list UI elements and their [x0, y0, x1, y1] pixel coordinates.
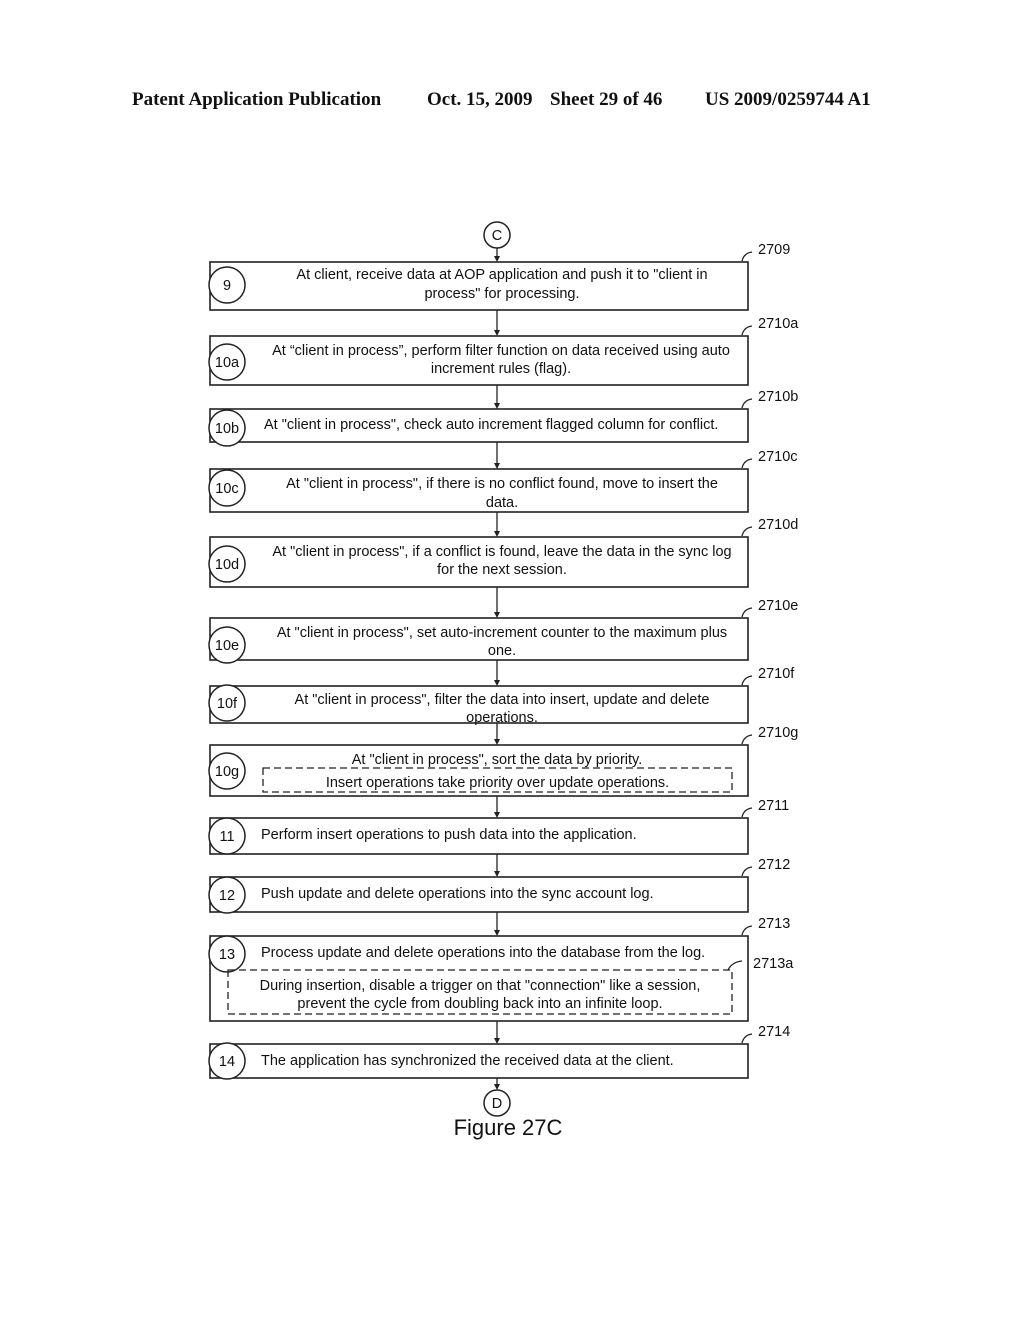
- arrowhead-icon: [494, 930, 500, 936]
- step-10g: 10g At "client in process", sort the data…: [208, 725, 798, 797]
- reference-leader: [741, 325, 753, 336]
- step-10b: 10b At "client in process", check auto in…: [208, 389, 798, 447]
- connector-label: C: [492, 228, 502, 244]
- step-number: 10d: [215, 557, 239, 573]
- arrowhead-icon: [494, 1038, 500, 1044]
- arrowhead-icon: [494, 531, 500, 537]
- step-text: Push update and delete operations into t…: [261, 886, 654, 902]
- step-11: 11 Perform insert operations to push data…: [208, 798, 789, 855]
- step-text: one.: [488, 643, 516, 659]
- step-number: 10c: [215, 481, 238, 497]
- reference-leader: [741, 675, 753, 686]
- step-text: At "client in process", if there is no c…: [286, 476, 718, 492]
- reference-numeral: 2710e: [758, 598, 798, 614]
- reference-leader: [741, 398, 753, 409]
- arrowhead-icon: [494, 812, 500, 818]
- arrowhead-icon: [494, 330, 500, 336]
- reference-numeral: 2712: [758, 857, 790, 873]
- reference-leader: [741, 807, 753, 818]
- reference-numeral: 2710g: [758, 725, 798, 741]
- arrowhead-icon: [494, 463, 500, 469]
- arrowhead-icon: [494, 403, 500, 409]
- step-10d: 10d At "client in process", if a conflict…: [208, 517, 798, 588]
- connector-end: D: [483, 1089, 511, 1117]
- reference-leader: [741, 925, 753, 936]
- arrowhead-icon: [494, 256, 500, 262]
- step-number: 14: [219, 1054, 235, 1070]
- step-text: At "client in process", if a conflict is…: [272, 544, 731, 560]
- step-text: At "client in process", set auto-increme…: [277, 625, 727, 641]
- step-9: 9 At client, receive data at AOP applicat…: [208, 242, 790, 311]
- step-number: 10a: [215, 355, 240, 371]
- reference-numeral: 2710c: [758, 449, 798, 465]
- step-10c: 10c At "client in process", if there is n…: [208, 449, 798, 513]
- reference-leader: [741, 1033, 753, 1044]
- step-text: data.: [486, 495, 518, 511]
- step-text: The application has synchronized the rec…: [261, 1053, 674, 1069]
- step-text: Process update and delete operations int…: [261, 945, 705, 961]
- step-number: 12: [219, 888, 235, 904]
- connector-start: C: [483, 221, 511, 249]
- step-text: operations.: [466, 710, 538, 726]
- reference-leader: [741, 607, 753, 618]
- step-text: At “client in process”, perform filter f…: [272, 343, 730, 359]
- step-text: process" for processing.: [424, 286, 579, 302]
- step-text: for the next session.: [437, 562, 567, 578]
- reference-numeral: 2710b: [758, 389, 798, 405]
- reference-numeral: 2713: [758, 916, 790, 932]
- arrowhead-icon: [494, 680, 500, 686]
- step-number: 10f: [217, 696, 238, 712]
- step-text: Perform insert operations to push data i…: [261, 827, 637, 843]
- connector-label: D: [492, 1096, 502, 1112]
- reference-numeral: 2711: [758, 798, 789, 814]
- reference-leader: [741, 458, 753, 469]
- arrowhead-icon: [494, 871, 500, 877]
- sub-step-text: Insert operations take priority over upd…: [326, 775, 669, 791]
- step-text: At "client in process", filter the data …: [295, 692, 710, 708]
- step-number: 11: [219, 829, 234, 845]
- reference-numeral: 2710a: [758, 316, 799, 332]
- step-text: At "client in process", sort the data by…: [352, 752, 642, 768]
- arrowhead-icon: [494, 739, 500, 745]
- step-10a: 10a At “client in process”, perform filte…: [208, 316, 799, 386]
- sub-step-text: During insertion, disable a trigger on t…: [260, 978, 701, 994]
- reference-numeral: 2709: [758, 242, 790, 258]
- step-number: 10b: [215, 421, 239, 437]
- step-12: 12 Push update and delete operations into…: [208, 857, 790, 914]
- step-number: 10e: [215, 638, 239, 654]
- step-number: 9: [223, 278, 231, 294]
- step-13: 13 Process update and delete operations i…: [208, 916, 794, 1022]
- flowchart: C 9 At client, receive data at AOP applica…: [208, 221, 799, 1140]
- step-10e: 10e At "client in process", set auto-incr…: [208, 598, 798, 664]
- reference-leader: [741, 251, 753, 262]
- arrowhead-icon: [494, 1084, 500, 1090]
- step-14: 14 The application has synchronized the r…: [208, 1024, 790, 1080]
- sub-reference-numeral: 2713a: [753, 956, 794, 972]
- reference-numeral: 2714: [758, 1024, 790, 1040]
- reference-numeral: 2710d: [758, 517, 798, 533]
- step-text: At "client in process", check auto incre…: [264, 417, 718, 433]
- sub-step-text: prevent the cycle from doubling back int…: [297, 996, 662, 1012]
- step-text: At client, receive data at AOP applicati…: [296, 267, 707, 283]
- reference-leader: [741, 734, 753, 745]
- step-number: 13: [219, 947, 235, 963]
- step-10f: 10f At "client in process", filter the da…: [208, 666, 795, 726]
- figure-caption: Figure 27C: [454, 1115, 563, 1140]
- reference-leader: [741, 526, 753, 537]
- reference-leader: [741, 866, 753, 877]
- reference-numeral: 2710f: [758, 666, 795, 682]
- arrowhead-icon: [494, 612, 500, 618]
- step-text: increment rules (flag).: [431, 361, 571, 377]
- step-number: 10g: [215, 764, 239, 780]
